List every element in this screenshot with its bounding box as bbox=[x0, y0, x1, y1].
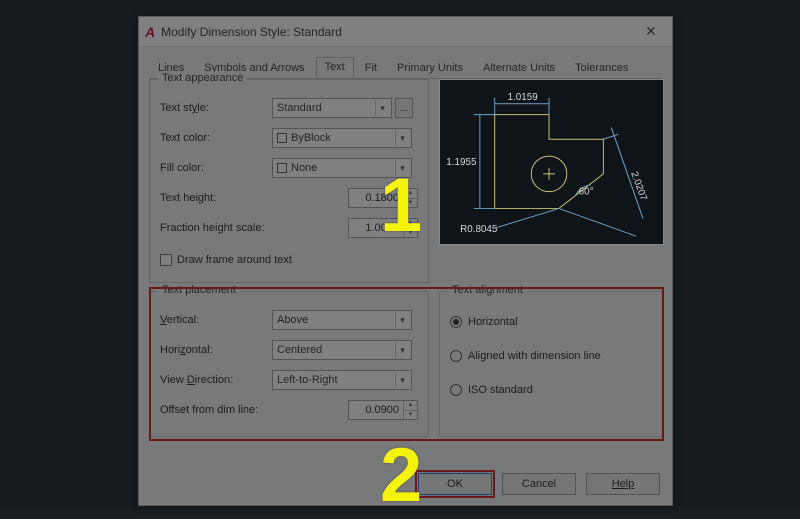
alignment-aligned-label: Aligned with dimension line bbox=[468, 350, 601, 362]
text-height-label: Text height: bbox=[160, 192, 272, 204]
alignment-horizontal-radio[interactable]: Horizontal bbox=[450, 316, 653, 328]
alignment-horizontal-label: Horizontal bbox=[468, 316, 518, 328]
group-text-placement: Text placement Vertical: Above ▾ Horizon… bbox=[149, 291, 429, 437]
vertical-value: Above bbox=[277, 314, 308, 326]
fraction-height-label: Fraction height scale: bbox=[160, 222, 290, 234]
help-button[interactable]: Help bbox=[586, 473, 660, 495]
radio-icon bbox=[450, 350, 462, 362]
chevron-down-icon: ▾ bbox=[395, 130, 409, 146]
tab-primary-units[interactable]: Primary Units bbox=[388, 58, 472, 79]
offset-label: Offset from dim line: bbox=[160, 404, 290, 416]
text-style-label: Text style: bbox=[160, 102, 272, 114]
tab-fit[interactable]: Fit bbox=[356, 58, 386, 79]
text-color-label: Text color: bbox=[160, 132, 272, 144]
draw-frame-checkbox[interactable] bbox=[160, 254, 172, 266]
radio-icon bbox=[450, 316, 462, 328]
alignment-iso-radio[interactable]: ISO standard bbox=[450, 384, 653, 396]
chevron-down-icon: ▾ bbox=[375, 100, 389, 116]
dimension-preview: 1.0159 1.1955 2.0207 60° R0.8045 bbox=[439, 79, 664, 245]
tab-tolerances[interactable]: Tolerances bbox=[566, 58, 637, 79]
fraction-height-spinner[interactable]: 1.0000 ▲▼ bbox=[348, 218, 418, 238]
group-label: Text appearance bbox=[158, 72, 247, 84]
alignment-iso-label: ISO standard bbox=[468, 384, 533, 396]
text-style-value: Standard bbox=[277, 102, 322, 114]
vertical-label: Vertical: bbox=[160, 314, 272, 326]
color-swatch-icon bbox=[277, 163, 287, 173]
fill-color-label: Fill color: bbox=[160, 162, 272, 174]
alignment-aligned-radio[interactable]: Aligned with dimension line bbox=[450, 350, 653, 362]
cancel-button[interactable]: Cancel bbox=[502, 473, 576, 495]
preview-dim-angle: 60° bbox=[579, 187, 594, 198]
group-label: Text placement bbox=[158, 284, 240, 296]
chevron-down-icon: ▾ bbox=[395, 342, 409, 358]
view-direction-combo[interactable]: Left-to-Right ▾ bbox=[272, 370, 412, 390]
autocad-logo-icon: A bbox=[145, 24, 155, 40]
horizontal-label: Horizontal: bbox=[160, 344, 272, 356]
offset-value: 0.0900 bbox=[365, 404, 399, 416]
text-color-combo[interactable]: ByBlock ▾ bbox=[272, 128, 412, 148]
tab-alternate-units[interactable]: Alternate Units bbox=[474, 58, 564, 79]
stepper-icon[interactable]: ▲▼ bbox=[403, 219, 417, 237]
text-height-spinner[interactable]: 0.1800 ▲▼ bbox=[348, 188, 418, 208]
radio-icon bbox=[450, 384, 462, 396]
vertical-combo[interactable]: Above ▾ bbox=[272, 310, 412, 330]
preview-dim-top: 1.0159 bbox=[508, 92, 539, 103]
offset-spinner[interactable]: 0.0900 ▲▼ bbox=[348, 400, 418, 420]
color-swatch-icon bbox=[277, 133, 287, 143]
dimension-style-dialog: A Modify Dimension Style: Standard ✕ Lin… bbox=[138, 16, 673, 506]
view-direction-value: Left-to-Right bbox=[277, 374, 338, 386]
chevron-down-icon: ▾ bbox=[395, 312, 409, 328]
chevron-down-icon: ▾ bbox=[395, 372, 409, 388]
group-label: Text alignment bbox=[448, 284, 527, 296]
draw-frame-label: Draw frame around text bbox=[177, 254, 292, 266]
group-text-appearance: Text appearance Text style: Standard ▾ …… bbox=[149, 79, 429, 283]
preview-dim-left: 1.1955 bbox=[446, 157, 477, 168]
preview-dim-radius: R0.8045 bbox=[460, 224, 498, 235]
fraction-height-value: 1.0000 bbox=[365, 222, 399, 234]
dialog-button-row: OK Cancel Help bbox=[408, 473, 660, 495]
window-title: Modify Dimension Style: Standard bbox=[161, 25, 636, 39]
fill-color-value: None bbox=[291, 162, 317, 174]
fill-color-combo[interactable]: None ▾ bbox=[272, 158, 412, 178]
stepper-icon[interactable]: ▲▼ bbox=[403, 189, 417, 207]
view-direction-label: View Direction: bbox=[160, 374, 272, 386]
group-text-alignment: Text alignment Horizontal Aligned with d… bbox=[439, 291, 664, 437]
text-style-browse-button[interactable]: … bbox=[395, 98, 413, 118]
text-height-value: 0.1800 bbox=[365, 192, 399, 204]
text-style-combo[interactable]: Standard ▾ bbox=[272, 98, 392, 118]
horizontal-combo[interactable]: Centered ▾ bbox=[272, 340, 412, 360]
dialog-body: Text appearance Text style: Standard ▾ …… bbox=[149, 79, 662, 459]
horizontal-value: Centered bbox=[277, 344, 322, 356]
text-color-value: ByBlock bbox=[291, 132, 331, 144]
close-button[interactable]: ✕ bbox=[636, 22, 666, 42]
chevron-down-icon: ▾ bbox=[395, 160, 409, 176]
stepper-icon[interactable]: ▲▼ bbox=[403, 401, 417, 419]
ok-button[interactable]: OK bbox=[418, 473, 492, 495]
titlebar: A Modify Dimension Style: Standard ✕ bbox=[139, 17, 672, 47]
tab-text[interactable]: Text bbox=[316, 57, 354, 78]
